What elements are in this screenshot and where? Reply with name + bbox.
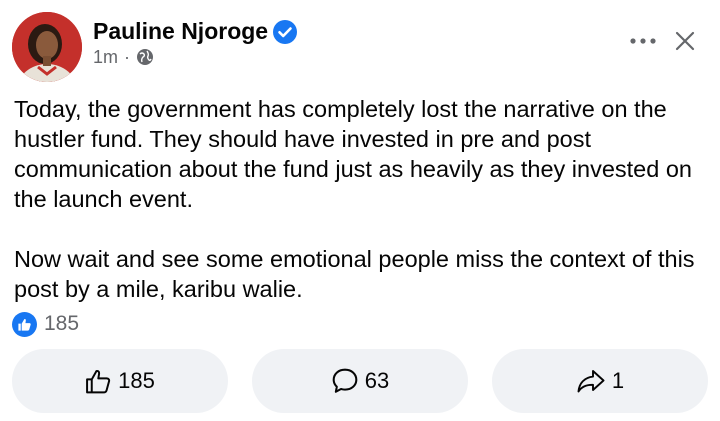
post-paragraph: Now wait and see some emotional people m… [14,246,695,302]
reactions-count: 185 [44,312,80,335]
verified-badge-icon [273,20,297,44]
post-header: Pauline Njoroge 1m · [0,0,720,90]
more-options-icon[interactable] [628,32,658,50]
post-body: Today, the government has completely los… [14,94,704,304]
globe-icon [137,49,154,65]
comment-button[interactable]: 63 [252,349,468,413]
share-button[interactable]: 1 [492,349,708,413]
like-icon [12,311,37,337]
meta-separator: · [124,46,131,67]
reactions-summary[interactable]: 185 [12,310,79,338]
post-meta: 1m · [93,46,154,68]
comment-icon [332,368,358,393]
close-icon[interactable] [674,30,696,52]
share-icon [577,370,605,393]
author-name[interactable]: Pauline Njoroge [93,18,268,45]
timestamp[interactable]: 1m [93,47,118,68]
avatar[interactable] [12,12,82,82]
share-count: 1 [611,368,625,393]
comment-count: 63 [364,368,390,393]
like-count: 185 [118,368,155,393]
post-paragraph: Today, the government has completely los… [14,96,692,212]
like-button[interactable]: 185 [12,349,228,413]
thumbs-up-icon [86,369,111,393]
